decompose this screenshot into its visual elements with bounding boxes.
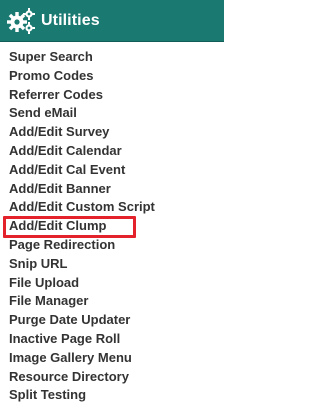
menu-item-file-manager[interactable]: File Manager: [0, 292, 224, 311]
menu-item-add-edit-clump[interactable]: Add/Edit Clump: [0, 217, 224, 236]
menu-item-referrer-codes[interactable]: Referrer Codes: [0, 86, 224, 105]
utilities-menu: Super Search Promo Codes Referrer Codes …: [0, 48, 224, 405]
menu-item-page-redirection[interactable]: Page Redirection: [0, 236, 224, 255]
menu-item-promo-codes[interactable]: Promo Codes: [0, 67, 224, 86]
menu-item-add-edit-survey[interactable]: Add/Edit Survey: [0, 123, 224, 142]
menu-item-add-edit-cal-event[interactable]: Add/Edit Cal Event: [0, 161, 224, 180]
header-title: Utilities: [41, 11, 100, 29]
menu-item-split-testing[interactable]: Split Testing: [0, 386, 224, 405]
menu-item-add-edit-banner[interactable]: Add/Edit Banner: [0, 180, 224, 199]
menu-item-purge-date-updater[interactable]: Purge Date Updater: [0, 311, 224, 330]
utilities-panel: Utilities Super Search Promo Codes Refer…: [0, 0, 224, 412]
menu-item-send-email[interactable]: Send eMail: [0, 104, 224, 123]
menu-item-image-gallery-menu[interactable]: Image Gallery Menu: [0, 349, 224, 368]
menu-item-add-edit-custom-script[interactable]: Add/Edit Custom Script: [0, 198, 224, 217]
gears-icon: [6, 6, 36, 36]
utilities-header[interactable]: Utilities: [0, 0, 224, 42]
menu-item-inactive-page-roll[interactable]: Inactive Page Roll: [0, 330, 224, 349]
menu-item-file-upload[interactable]: File Upload: [0, 274, 224, 293]
menu-item-resource-directory[interactable]: Resource Directory: [0, 368, 224, 387]
menu-item-super-search[interactable]: Super Search: [0, 48, 224, 67]
menu-item-snip-url[interactable]: Snip URL: [0, 255, 224, 274]
menu-item-add-edit-calendar[interactable]: Add/Edit Calendar: [0, 142, 224, 161]
